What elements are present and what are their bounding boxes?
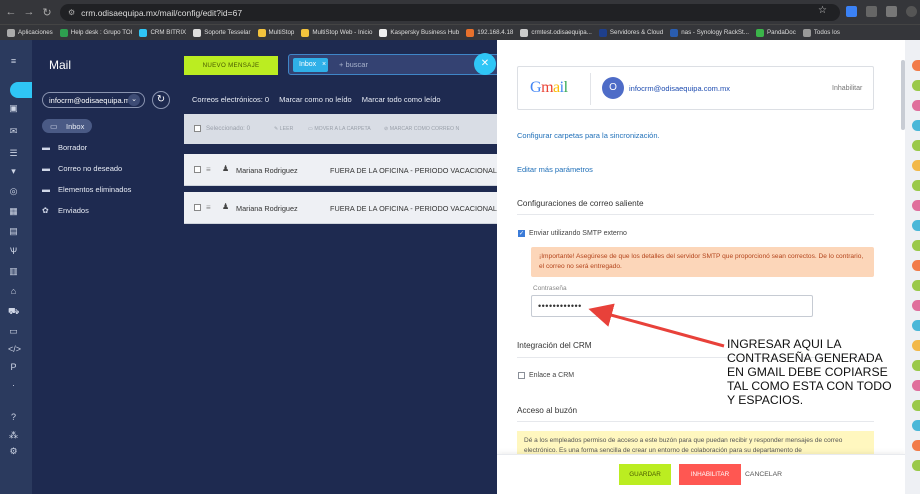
annotation-arrow: [588, 303, 725, 348]
arrow-line: [588, 303, 725, 348]
annotation-text: INGRESAR AQUI LA CONTRASEÑA GENERADA EN …: [727, 337, 892, 407]
